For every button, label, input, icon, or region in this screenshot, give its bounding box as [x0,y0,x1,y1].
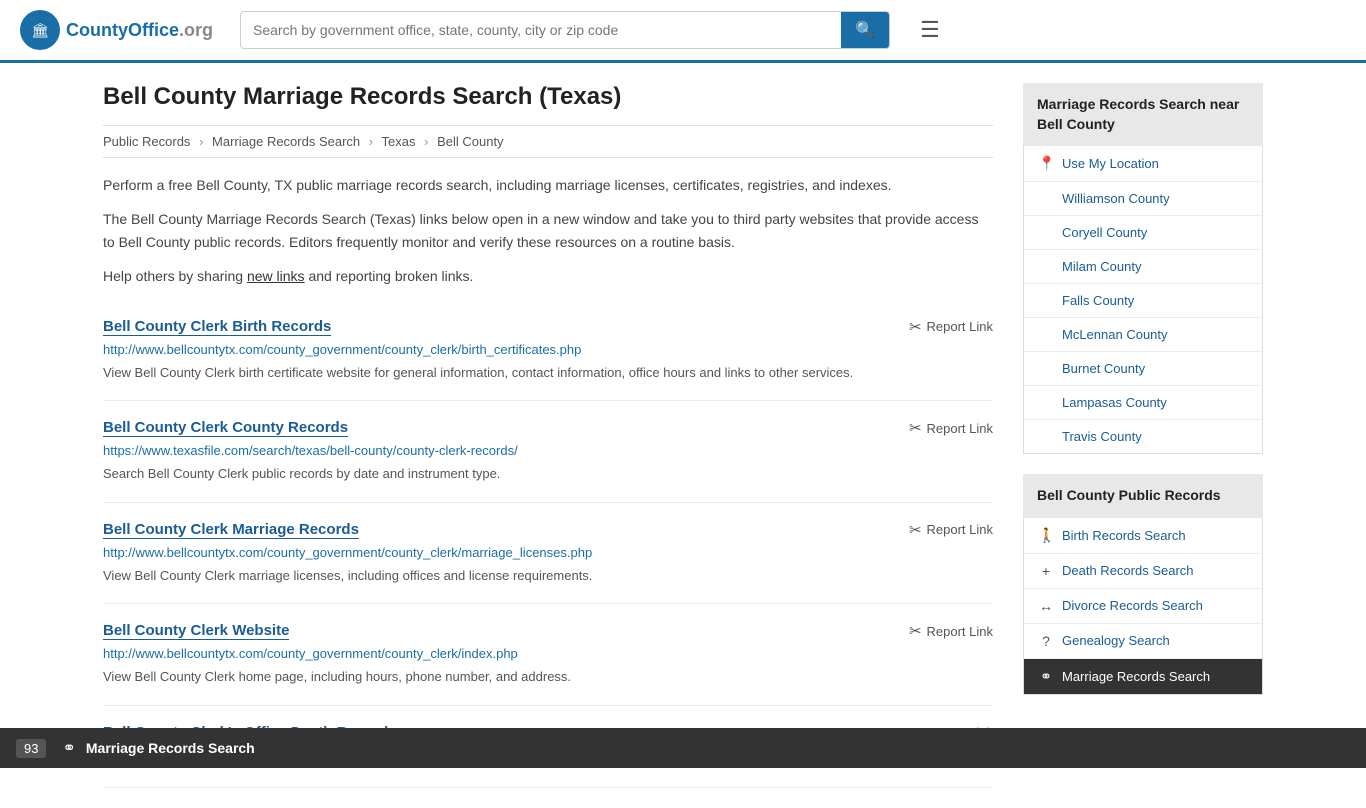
menu-button[interactable]: ☰ [920,17,940,43]
scissors-icon: ✂ [909,622,922,640]
sidebar: Marriage Records Search near Bell County… [1023,83,1263,788]
breadcrumb-sep-2: › [369,134,373,149]
bottom-bar: 93 ⚭ Marriage Records Search [0,728,1366,768]
sidebar-public-item: +Death Records Search [1024,554,1262,589]
sidebar-nearby-item: Travis County [1024,420,1262,453]
intro-text-1: Perform a free Bell County, TX public ma… [103,174,993,196]
scissors-icon: ✂ [909,419,922,437]
logo: 🏛 CountyOffice.org [20,10,220,50]
records-list: Bell County Clerk Birth Records ✂ Report… [103,300,993,788]
sidebar-nearby-item: Lampasas County [1024,386,1262,420]
record-title[interactable]: Bell County Clerk Website [103,622,289,640]
sidebar-county-link[interactable]: Travis County [1024,420,1262,453]
record-desc: View Bell County Clerk birth certificate… [103,363,993,383]
sidebar-county-link[interactable]: Lampasas County [1024,386,1262,419]
sidebar-public-item: ⚭Marriage Records Search [1024,659,1262,694]
arrows-icon: ↔ [1038,598,1054,614]
report-link-button[interactable]: ✂ Report Link [909,419,993,437]
pin-icon: 📍 [1038,155,1054,172]
sidebar-public-item: ?Genealogy Search [1024,624,1262,659]
sidebar-public-link[interactable]: +Death Records Search [1024,554,1262,588]
record-title[interactable]: Bell County Clerk Marriage Records [103,521,359,539]
breadcrumb-sep-3: › [424,134,428,149]
breadcrumb-public-records[interactable]: Public Records [103,134,190,149]
sidebar-county-link[interactable]: Falls County [1024,284,1262,317]
cross-icon: + [1038,563,1054,579]
main-container: Bell County Marriage Records Search (Tex… [83,63,1283,808]
sidebar-public-header: Bell County Public Records [1023,474,1263,518]
sidebar-nearby-item: Falls County [1024,284,1262,318]
sidebar-public-item: ↔Divorce Records Search [1024,589,1262,624]
record-url[interactable]: http://www.bellcountytx.com/county_gover… [103,342,993,357]
sidebar-county-link[interactable]: Williamson County [1024,182,1262,215]
record-title[interactable]: Bell County Clerk County Records [103,419,348,437]
record-url[interactable]: http://www.bellcountytx.com/county_gover… [103,646,993,661]
sidebar-nearby-item: McLennan County [1024,318,1262,352]
record-title[interactable]: Bell County Clerk Birth Records [103,318,331,336]
intro-text-2: The Bell County Marriage Records Search … [103,208,993,253]
sidebar-county-link[interactable]: McLennan County [1024,318,1262,351]
sidebar-public-link[interactable]: ?Genealogy Search [1024,624,1262,658]
bottom-bar-label: Marriage Records Search [86,740,255,756]
breadcrumb: Public Records › Marriage Records Search… [103,125,993,158]
sidebar-public-list: 🚶Birth Records Search+Death Records Sear… [1023,518,1263,695]
report-link-button[interactable]: ✂ Report Link [909,318,993,336]
scissors-icon: ✂ [909,318,922,336]
sidebar-nearby-list: 📍Use My LocationWilliamson CountyCoryell… [1023,146,1263,454]
record-desc: View Bell County Clerk marriage licenses… [103,566,993,586]
sidebar-county-link[interactable]: Milam County [1024,250,1262,283]
sidebar-public-link[interactable]: 🚶Birth Records Search [1024,518,1262,553]
header: 🏛 CountyOffice.org 🔍 ☰ [0,0,1366,63]
logo-text: CountyOffice.org [66,20,213,41]
record-desc: View Bell County Clerk home page, includ… [103,667,993,687]
breadcrumb-bell-county[interactable]: Bell County [437,134,503,149]
record-entry: Bell County Clerk Marriage Records ✂ Rep… [103,503,993,605]
record-entry: Bell County Clerk Birth Records ✂ Report… [103,300,993,402]
record-url[interactable]: https://www.texasfile.com/search/texas/b… [103,443,993,458]
record-url[interactable]: http://www.bellcountytx.com/county_gover… [103,545,993,560]
breadcrumb-texas[interactable]: Texas [382,134,416,149]
scissors-icon: ✂ [909,521,922,539]
sidebar-nearby-item: Milam County [1024,250,1262,284]
page-title: Bell County Marriage Records Search (Tex… [103,83,993,111]
sidebar-nearby-item: Williamson County [1024,182,1262,216]
record-desc: Search Bell County Clerk public records … [103,464,993,484]
breadcrumb-sep-1: › [199,134,203,149]
record-entry: Bell County Clerk Website ✂ Report Link … [103,604,993,706]
sidebar-county-link[interactable]: Coryell County [1024,216,1262,249]
rings-icon: ⚭ [62,738,75,758]
new-links-link[interactable]: new links [247,268,305,284]
content-area: Bell County Marriage Records Search (Tex… [103,83,993,788]
svg-text:🏛: 🏛 [31,22,49,38]
report-link-button[interactable]: ✂ Report Link [909,622,993,640]
sidebar-public-section: Bell County Public Records 🚶Birth Record… [1023,474,1263,695]
sidebar-nearby-header: Marriage Records Search near Bell County [1023,83,1263,146]
sidebar-public-link[interactable]: ⚭Marriage Records Search [1024,659,1262,694]
sidebar-nearby-item: Burnet County [1024,352,1262,386]
logo-icon: 🏛 [20,10,60,50]
sidebar-nearby-section: Marriage Records Search near Bell County… [1023,83,1263,454]
report-link-button[interactable]: ✂ Report Link [909,521,993,539]
use-my-location[interactable]: 📍Use My Location [1024,146,1262,181]
rings-icon: ⚭ [1038,668,1054,685]
sidebar-public-item: 🚶Birth Records Search [1024,518,1262,554]
search-button[interactable]: 🔍 [841,12,889,48]
search-input[interactable] [241,14,841,46]
record-entry: Bell County Clerk County Records ✂ Repor… [103,401,993,503]
search-bar: 🔍 [240,11,890,49]
breadcrumb-marriage-records[interactable]: Marriage Records Search [212,134,360,149]
bottom-bar-count: 93 [16,739,46,758]
sidebar-nearby-item: Coryell County [1024,216,1262,250]
sidebar-county-link[interactable]: Burnet County [1024,352,1262,385]
sidebar-public-link[interactable]: ↔Divorce Records Search [1024,589,1262,623]
intro-text-3: Help others by sharing new links and rep… [103,265,993,287]
question-icon: ? [1038,633,1054,649]
person-icon: 🚶 [1038,527,1054,544]
